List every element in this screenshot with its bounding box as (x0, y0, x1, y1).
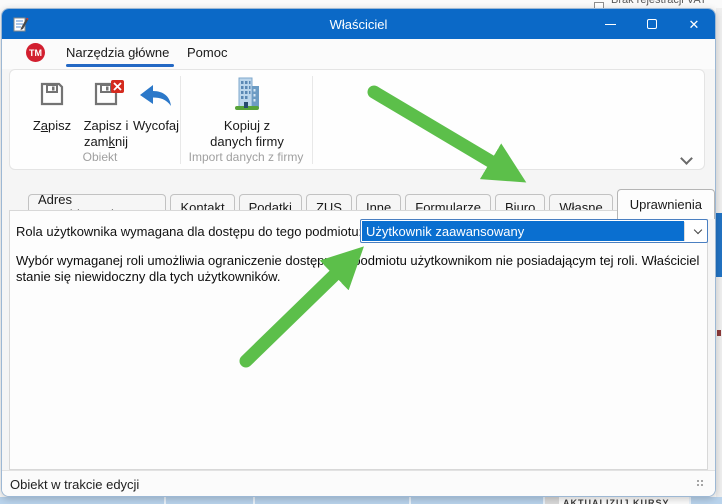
combobox-divider (684, 222, 685, 241)
background-window-bottom-sliver: AKTUALIZUJ KURSY (0, 497, 722, 504)
divider (253, 497, 255, 504)
status-text: Obiekt w trakcie edycji (10, 471, 139, 497)
copy-from-company-button-line2[interactable]: danych firmy (206, 134, 288, 149)
background-checkbox-label: Brak rejestracji VAT (611, 0, 707, 6)
ribbon-tab-help[interactable]: Pomoc (187, 39, 227, 66)
close-icon: ✕ (689, 18, 700, 31)
divider (409, 497, 411, 504)
copy-from-company-button[interactable]: Kopiuj z (212, 118, 282, 133)
titlebar[interactable]: Właściciel ✕ (2, 9, 715, 39)
company-building-icon (233, 76, 261, 112)
ribbon-panel: Zapisz Zapisz i zamknij Wycofaj (9, 69, 705, 170)
background-white-segment: AKTUALIZUJ KURSY (559, 497, 689, 504)
status-bar: Obiekt w trakcie edycji (2, 470, 715, 497)
role-selected-value: Użytkownik zaawansowany (362, 221, 684, 241)
save-and-close-button-line2[interactable]: zamknij (74, 134, 138, 149)
app-badge[interactable]: TM (26, 43, 45, 62)
ribbon-tab-home[interactable]: Narzędzia główne (66, 39, 169, 66)
divider (164, 497, 166, 504)
role-row: Rola użytkownika wymagana dla dostępu do… (16, 219, 704, 243)
undo-icon (138, 84, 174, 108)
ribbon-collapse-button[interactable] (682, 154, 696, 164)
role-description: Wybór wymaganej roli umożliwia ogranicze… (16, 253, 708, 285)
window-controls: ✕ (589, 9, 715, 39)
active-tab-underline (66, 64, 174, 67)
chevron-down-icon (680, 152, 693, 165)
minimize-button[interactable] (589, 9, 631, 39)
maximize-button[interactable] (631, 9, 673, 39)
background-speck (717, 330, 721, 336)
minimize-icon (605, 24, 616, 25)
maximize-icon (647, 19, 657, 29)
background-gray-segment (545, 497, 559, 504)
background-window-right-sliver (716, 8, 722, 497)
background-clipped-text: AKTUALIZUJ KURSY (563, 498, 670, 504)
ribbon-tab-row: TM Narzędzia główne Pomoc (2, 39, 715, 69)
ribbon-group-import: Import danych z firmy (180, 150, 312, 164)
owner-dialog-window: Właściciel ✕ TM Narzędzia główne Pomoc Z… (1, 8, 716, 497)
role-combobox[interactable]: Użytkownik zaawansowany (360, 219, 708, 243)
divider (689, 497, 691, 504)
chevron-down-icon[interactable] (695, 227, 701, 233)
undo-button[interactable]: Wycofaj (132, 118, 180, 133)
background-blue-strip (716, 213, 722, 277)
tab-uprawnienia[interactable]: Uprawnienia (617, 189, 715, 219)
background-window-top-sliver: Brak rejestracji VAT (0, 0, 722, 8)
uprawnienia-tab-content: Rola użytkownika wymagana dla dostępu do… (9, 210, 708, 470)
role-label: Rola użytkownika wymagana dla dostępu do… (16, 224, 362, 239)
close-button[interactable]: ✕ (673, 9, 715, 39)
resize-grip-icon[interactable] (697, 480, 705, 488)
save-icon (38, 80, 66, 108)
group-divider (312, 76, 313, 164)
save-and-close-icon (94, 80, 128, 108)
save-and-close-button[interactable]: Zapisz i (74, 118, 138, 133)
ribbon-group-obiekt: Obiekt (20, 150, 180, 164)
